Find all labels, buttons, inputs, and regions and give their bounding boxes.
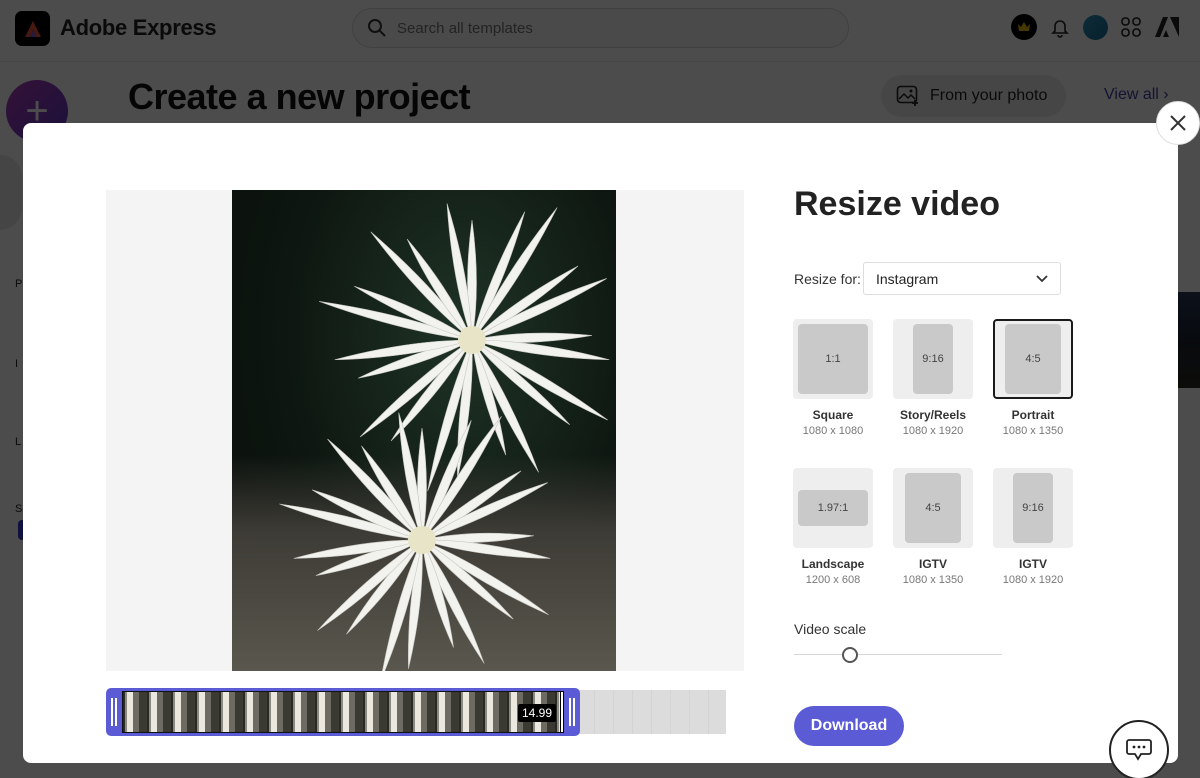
video-scale-slider[interactable] <box>794 647 1002 663</box>
option-dims: 1080 x 1920 <box>1002 574 1064 586</box>
option-name: Landscape <box>801 557 865 571</box>
flower-center <box>408 526 436 554</box>
ratio-shape: 9:16 <box>1013 473 1053 543</box>
option-card: 9:16 <box>993 468 1073 548</box>
option-square[interactable]: 1:1 Square 1080 x 1080 <box>793 319 873 437</box>
timeline-frames-unselected <box>576 690 726 734</box>
flower-center <box>458 326 486 354</box>
option-dims: 1200 x 608 <box>805 574 861 586</box>
video-timeline[interactable]: 14.99 <box>106 688 746 736</box>
option-name: IGTV <box>918 557 947 571</box>
option-card-selected: 4:5 <box>993 319 1073 399</box>
video-preview-area <box>106 190 744 671</box>
playhead[interactable] <box>560 691 564 733</box>
option-dims: 1080 x 1350 <box>1002 425 1064 437</box>
modal-title: Resize video <box>794 185 1000 223</box>
ratio-shape: 1.97:1 <box>798 490 868 526</box>
resize-video-modal: 14.99 Resize video Resize for: Instagram… <box>23 123 1178 763</box>
option-card: 1.97:1 <box>793 468 873 548</box>
ratio-shape: 4:5 <box>905 473 961 543</box>
chat-icon <box>1126 739 1152 761</box>
option-dims: 1080 x 1350 <box>902 574 964 586</box>
video-scale-label: Video scale <box>794 621 867 637</box>
option-name: IGTV <box>1018 557 1047 571</box>
download-button[interactable]: Download <box>794 706 904 746</box>
resize-for-label: Resize for: <box>794 271 861 287</box>
slider-track <box>794 654 1002 655</box>
option-name: Square <box>812 408 854 422</box>
close-icon <box>1170 115 1186 131</box>
slider-thumb[interactable] <box>842 647 858 663</box>
option-story-reels[interactable]: 9:16 Story/Reels 1080 x 1920 <box>893 319 973 437</box>
trim-handle-start[interactable] <box>106 688 122 736</box>
trim-region[interactable]: 14.99 <box>106 688 580 736</box>
option-dims: 1080 x 1920 <box>902 425 964 437</box>
close-modal-button[interactable] <box>1156 101 1200 145</box>
timeline-time: 14.99 <box>518 704 557 722</box>
chevron-down-icon <box>1036 274 1048 282</box>
option-portrait[interactable]: 4:5 Portrait 1080 x 1350 <box>993 319 1073 437</box>
option-name: Portrait <box>1011 408 1055 422</box>
resize-for-value: Instagram <box>876 270 939 287</box>
chat-feedback-button[interactable] <box>1109 720 1169 778</box>
trim-handle-end[interactable] <box>564 688 580 736</box>
option-card: 1:1 <box>793 319 873 399</box>
option-card: 9:16 <box>893 319 973 399</box>
option-dims: 1080 x 1080 <box>802 425 864 437</box>
option-card: 4:5 <box>893 468 973 548</box>
flower-image <box>279 203 610 671</box>
ratio-shape: 9:16 <box>913 324 953 394</box>
option-landscape[interactable]: 1.97:1 Landscape 1200 x 608 <box>793 468 873 586</box>
option-igtv-9-16[interactable]: 9:16 IGTV 1080 x 1920 <box>993 468 1073 586</box>
timeline-frames-selected <box>122 691 564 733</box>
video-preview[interactable] <box>232 190 616 671</box>
option-name: Story/Reels <box>899 408 967 422</box>
ratio-shape: 1:1 <box>798 324 868 394</box>
ratio-shape: 4:5 <box>1005 324 1061 394</box>
option-igtv-4-5[interactable]: 4:5 IGTV 1080 x 1350 <box>893 468 973 586</box>
resize-for-dropdown[interactable]: Instagram <box>863 262 1061 295</box>
